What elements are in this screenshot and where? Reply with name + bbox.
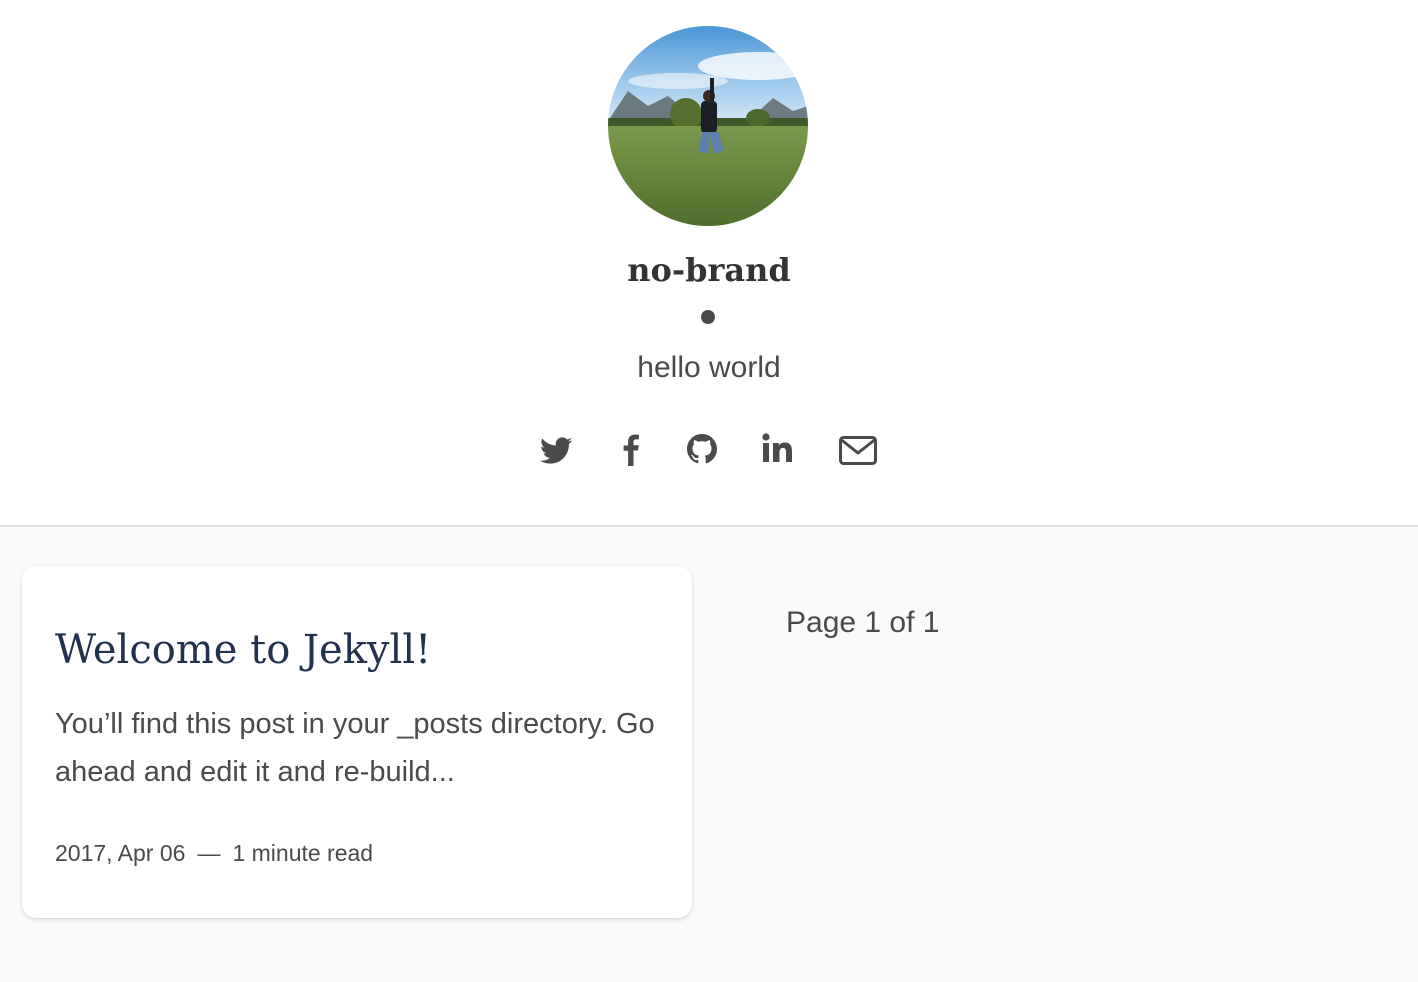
twitter-icon xyxy=(540,437,573,464)
twitter-link[interactable] xyxy=(539,428,573,472)
linkedin-link[interactable] xyxy=(760,428,796,472)
site-name[interactable]: no-brand xyxy=(0,250,1418,290)
meta-separator: — xyxy=(197,840,221,866)
avatar-photo xyxy=(608,26,808,226)
envelope-icon xyxy=(839,436,877,465)
github-link[interactable] xyxy=(684,428,720,472)
separator-dot xyxy=(701,310,715,324)
post-meta: 2017, Apr 06 — 1 minute read xyxy=(55,838,373,868)
post-read-time: 1 minute read xyxy=(232,840,374,866)
post-excerpt: You’ll find this post in your _posts dir… xyxy=(55,708,655,788)
post-title[interactable]: Welcome to Jekyll! xyxy=(55,624,431,676)
post-card[interactable]: Welcome to Jekyll! You’ll find this post… xyxy=(22,566,692,918)
avatar[interactable] xyxy=(608,26,808,226)
post-date: 2017, Apr 06 xyxy=(55,840,186,866)
site-header: no-brand hello world xyxy=(0,0,1418,527)
facebook-icon xyxy=(623,434,639,466)
github-icon xyxy=(687,434,717,464)
site-tagline: hello world xyxy=(637,351,781,384)
linkedin-icon xyxy=(762,433,792,462)
email-link[interactable] xyxy=(838,428,878,472)
pagination-label: Page 1 of 1 xyxy=(786,606,940,639)
facebook-link[interactable] xyxy=(618,428,642,472)
